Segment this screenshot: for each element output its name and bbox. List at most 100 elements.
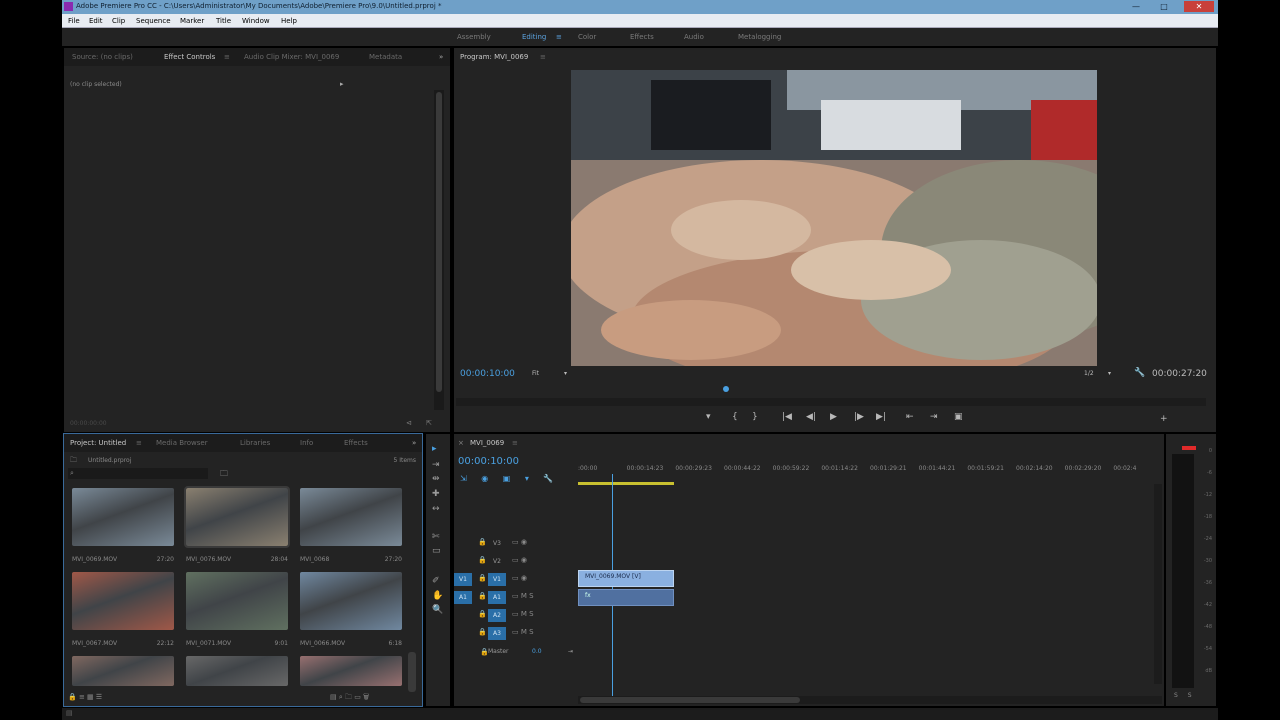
track-target-v3[interactable]: V3 (488, 537, 506, 550)
play-button[interactable]: ▶ (830, 412, 837, 422)
wrench-icon[interactable]: 🔧 (1134, 368, 1145, 378)
workspace-color[interactable]: Color (578, 33, 596, 41)
maximize-button[interactable]: □ (1152, 1, 1176, 12)
time-ruler[interactable]: :00:00 00:00:14:23 00:00:29:23 00:00:44:22 0… (578, 465, 1162, 475)
clip-thumbnail[interactable] (300, 488, 402, 546)
menu-sequence[interactable]: Sequence (136, 17, 171, 25)
go-to-out-button[interactable]: ▶| (876, 412, 886, 422)
menu-window[interactable]: Window (242, 17, 270, 25)
minimize-button[interactable]: — (1124, 1, 1148, 12)
add-button-icon[interactable]: + (1160, 414, 1168, 424)
clip-thumbnail[interactable] (186, 656, 288, 686)
sequence-timecode[interactable]: 00:00:10:00 (458, 456, 519, 467)
hand-tool-icon[interactable]: ✋ (432, 591, 443, 601)
mark-out-button[interactable]: } (752, 412, 758, 422)
menu-marker[interactable]: Marker (180, 17, 204, 25)
project-scrollbar[interactable] (408, 652, 416, 692)
scrollbar-thumb[interactable] (436, 92, 442, 392)
tab-media-browser[interactable]: Media Browser (156, 439, 208, 447)
lock-icon[interactable]: 🔒 (478, 574, 487, 582)
sequence-title[interactable]: MVI_0069 (470, 439, 504, 447)
clip-thumbnail[interactable] (72, 656, 174, 686)
project-tab-menu-icon[interactable]: ≡ (136, 439, 142, 447)
program-playhead[interactable] (723, 386, 729, 392)
clip-thumbnail[interactable] (300, 656, 402, 686)
expand-arrow-icon[interactable]: ▸ (340, 80, 344, 88)
program-current-timecode[interactable]: 00:00:10:00 (460, 369, 515, 379)
close-icon[interactable]: × (458, 439, 464, 447)
solo-buttons[interactable]: S S (1174, 692, 1192, 699)
mute-solo-icon[interactable]: ▭ M S (512, 610, 534, 618)
program-time-ruler[interactable] (456, 384, 1206, 394)
tab-source[interactable]: Source: (no clips) (72, 53, 133, 61)
toggle-output-icon[interactable]: ▭ ◉ (512, 574, 527, 582)
lock-icon[interactable]: 🔒 (478, 610, 487, 618)
tab-info[interactable]: Info (300, 439, 313, 447)
mute-solo-icon[interactable]: ▭ M S (512, 592, 534, 600)
tab-effect-controls[interactable]: Effect Controls (164, 53, 215, 61)
fit-dropdown[interactable]: Fit ▾ (532, 370, 570, 377)
program-title[interactable]: Program: MVI_0069 (460, 53, 528, 61)
master-volume-value[interactable]: 0.0 (532, 648, 542, 655)
source-patch[interactable]: A1 (454, 591, 472, 604)
video-clip[interactable]: MVI_0069.MOV [V] (578, 570, 675, 587)
workspace-editing[interactable]: Editing (522, 33, 546, 41)
slip-tool-icon[interactable]: ▭ (432, 546, 441, 556)
zoom-tool-icon[interactable]: 🔍 (432, 605, 443, 615)
clip-thumbnail[interactable] (184, 486, 290, 548)
audio-clip[interactable]: fx (578, 589, 675, 606)
toggle-output-icon[interactable]: ▭ ◉ (512, 538, 527, 546)
tab-effects[interactable]: Effects (344, 439, 368, 447)
timeline-toolbar-icons[interactable]: ⇲ ◉ ▣ ▾ 🔧 (460, 474, 553, 483)
timeline-vertical-scrollbar[interactable] (1154, 484, 1162, 684)
clip-thumbnail[interactable] (72, 572, 174, 630)
project-view-controls[interactable]: 🔒 ≡ ▦ ☰ (68, 693, 102, 701)
tab-project[interactable]: Project: Untitled (70, 439, 126, 447)
step-forward-button[interactable]: |▶ (854, 412, 864, 422)
razor-tool-icon[interactable]: ✄ (432, 532, 440, 542)
step-back-button[interactable]: ◀| (806, 412, 816, 422)
track-select-tool-icon[interactable]: ⇥ (432, 460, 440, 470)
rate-stretch-tool-icon[interactable]: ↔ (432, 504, 440, 514)
add-marker-button[interactable]: ▾ (706, 412, 711, 422)
go-to-in-button[interactable]: |◀ (782, 412, 792, 422)
work-area-bar[interactable] (578, 482, 674, 485)
menu-file[interactable]: File (68, 17, 80, 25)
scrollbar-track[interactable] (434, 90, 444, 410)
selection-tool-icon[interactable]: ▸ (432, 444, 437, 454)
source-patch[interactable]: V1 (454, 573, 472, 586)
panel-overflow-icon[interactable]: » (412, 439, 416, 447)
program-zoom-bar[interactable] (456, 398, 1206, 406)
toggle-output-icon[interactable]: ▭ ◉ (512, 556, 527, 564)
workspace-menu-icon[interactable]: ≡ (556, 33, 562, 41)
lock-icon[interactable]: 🔒 (478, 592, 487, 600)
project-search-input[interactable]: ⌕ (68, 468, 208, 479)
clip-thumbnail[interactable] (72, 488, 174, 546)
tab-metadata[interactable]: Metadata (369, 53, 402, 61)
sequence-tab-menu-icon[interactable]: ≡ (512, 439, 518, 447)
track-target-a3[interactable]: A3 (488, 627, 506, 640)
lock-icon[interactable]: 🔒 (478, 556, 487, 564)
track-target-a2[interactable]: A2 (488, 609, 506, 622)
track-target-v2[interactable]: V2 (488, 555, 506, 568)
menu-help[interactable]: Help (281, 17, 297, 25)
jump-to-end-icon[interactable]: ⇥ (568, 648, 573, 655)
project-bottom-actions[interactable]: ▤ ⌕ 🗀 ▭ 🗑 (330, 693, 369, 704)
mute-solo-icon[interactable]: ▭ M S (512, 628, 534, 636)
export-frame-button[interactable]: ▣ (954, 412, 963, 422)
track-target-v1[interactable]: V1 (488, 573, 506, 586)
workspace-metalogging[interactable]: Metalogging (738, 33, 781, 41)
extract-button[interactable]: ⇥ (930, 412, 938, 422)
clip-thumbnail[interactable] (300, 572, 402, 630)
timeline-scroll-thumb[interactable] (580, 697, 800, 703)
lock-icon[interactable]: 🔒 (478, 538, 487, 546)
program-tab-menu-icon[interactable]: ≡ (540, 53, 546, 61)
mark-in-button[interactable]: { (732, 412, 738, 422)
clip-thumbnail[interactable] (186, 572, 288, 630)
panel-overflow-icon[interactable]: » (439, 53, 443, 61)
new-bin-icon[interactable]: 🗀 (220, 468, 228, 482)
lift-button[interactable]: ⇤ (906, 412, 914, 422)
menu-edit[interactable]: Edit (89, 17, 103, 25)
ripple-edit-tool-icon[interactable]: ⇹ (432, 474, 440, 484)
timeline-horizontal-scrollbar[interactable] (578, 696, 1162, 704)
